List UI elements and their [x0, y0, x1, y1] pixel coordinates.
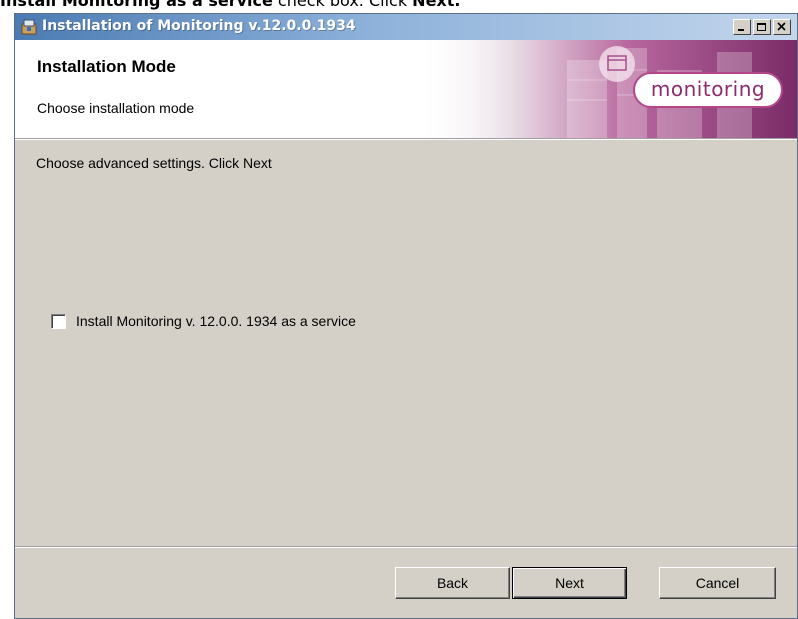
- caption-bold-end: Next.: [412, 0, 461, 10]
- service-checkbox-row[interactable]: Install Monitoring v. 12.0.0. 1934 as a …: [51, 313, 356, 329]
- maximize-icon[interactable]: [753, 19, 771, 35]
- cancel-button[interactable]: Cancel: [659, 567, 776, 599]
- next-button[interactable]: Next: [512, 567, 627, 599]
- instruction-text: Choose advanced settings. Click Next: [36, 155, 272, 171]
- caption-text-part: check box. Click: [272, 0, 413, 10]
- service-checkbox-label[interactable]: Install Monitoring v. 12.0.0. 1934 as a …: [76, 313, 356, 329]
- window-controls: [733, 19, 791, 35]
- page-subtitle: Choose installation mode: [37, 100, 195, 116]
- back-button[interactable]: Back: [395, 567, 510, 599]
- window-title: Installation of Monitoring v.12.0.0.1934: [42, 18, 356, 34]
- minimize-icon[interactable]: [733, 19, 751, 35]
- instruction-caption: Install Monitoring as a service check bo…: [0, 0, 460, 13]
- page-title: Installation Mode: [37, 57, 176, 76]
- title-bar[interactable]: Installation of Monitoring v.12.0.0.1934: [15, 14, 797, 40]
- header-panel: Installation Mode Choose installation mo…: [15, 40, 797, 138]
- caption-bold-part: Install Monitoring as a service: [0, 0, 273, 10]
- installer-app-icon: [20, 18, 38, 36]
- footer-divider-highlight: [15, 547, 797, 548]
- installer-window: Installation of Monitoring v.12.0.0.1934…: [14, 13, 798, 619]
- brand-logo: monitoring: [633, 72, 783, 108]
- close-icon[interactable]: [773, 19, 791, 35]
- header-divider-highlight: [15, 139, 797, 140]
- service-checkbox[interactable]: [51, 313, 66, 329]
